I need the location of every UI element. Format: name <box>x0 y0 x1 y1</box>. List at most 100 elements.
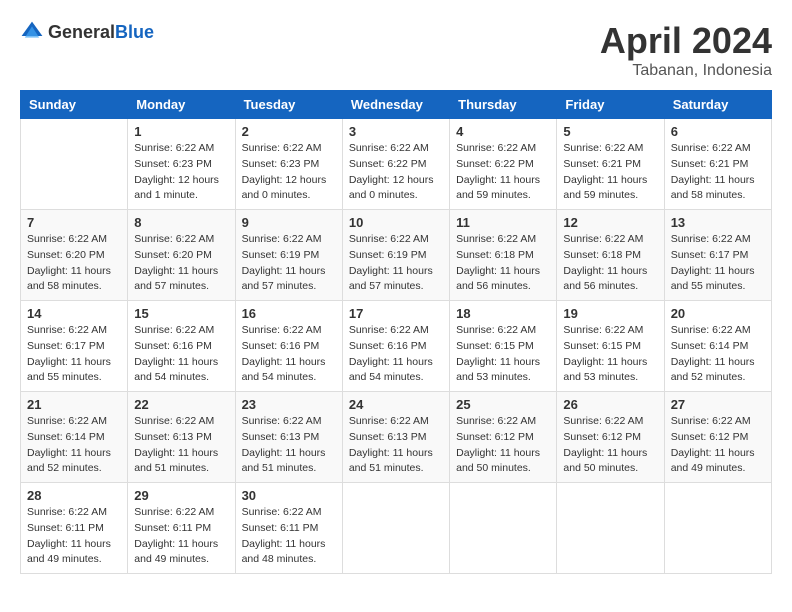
calendar-table: SundayMondayTuesdayWednesdayThursdayFrid… <box>20 90 772 574</box>
calendar-cell <box>664 483 771 574</box>
day-number: 2 <box>242 124 336 139</box>
day-info: Sunrise: 6:22 AM Sunset: 6:11 PM Dayligh… <box>27 505 121 568</box>
day-info: Sunrise: 6:22 AM Sunset: 6:17 PM Dayligh… <box>27 323 121 386</box>
day-info: Sunrise: 6:22 AM Sunset: 6:21 PM Dayligh… <box>563 141 657 204</box>
day-info: Sunrise: 6:22 AM Sunset: 6:20 PM Dayligh… <box>27 232 121 295</box>
calendar-cell: 9 Sunrise: 6:22 AM Sunset: 6:19 PM Daylig… <box>235 210 342 301</box>
month-year-title: April 2024 <box>600 20 772 62</box>
day-info: Sunrise: 6:22 AM Sunset: 6:14 PM Dayligh… <box>27 414 121 477</box>
logo-icon <box>20 20 44 44</box>
calendar-cell: 5 Sunrise: 6:22 AM Sunset: 6:21 PM Daylig… <box>557 119 664 210</box>
calendar-cell <box>342 483 449 574</box>
day-info: Sunrise: 6:22 AM Sunset: 6:16 PM Dayligh… <box>349 323 443 386</box>
day-info: Sunrise: 6:22 AM Sunset: 6:22 PM Dayligh… <box>456 141 550 204</box>
day-number: 23 <box>242 397 336 412</box>
calendar-cell: 15 Sunrise: 6:22 AM Sunset: 6:16 PM Dayli… <box>128 301 235 392</box>
calendar-cell: 4 Sunrise: 6:22 AM Sunset: 6:22 PM Daylig… <box>450 119 557 210</box>
day-number: 17 <box>349 306 443 321</box>
day-info: Sunrise: 6:22 AM Sunset: 6:16 PM Dayligh… <box>134 323 228 386</box>
page-header: GeneralBlue April 2024 Tabanan, Indonesi… <box>20 20 772 80</box>
day-info: Sunrise: 6:22 AM Sunset: 6:13 PM Dayligh… <box>242 414 336 477</box>
day-number: 12 <box>563 215 657 230</box>
logo-text-general: General <box>48 22 115 42</box>
day-number: 16 <box>242 306 336 321</box>
day-info: Sunrise: 6:22 AM Sunset: 6:18 PM Dayligh… <box>563 232 657 295</box>
calendar-cell: 10 Sunrise: 6:22 AM Sunset: 6:19 PM Dayli… <box>342 210 449 301</box>
day-info: Sunrise: 6:22 AM Sunset: 6:11 PM Dayligh… <box>134 505 228 568</box>
day-number: 4 <box>456 124 550 139</box>
logo-text-blue: Blue <box>115 22 154 42</box>
weekday-header-monday: Monday <box>128 91 235 119</box>
calendar-cell: 6Sunrise: 6:22 AM Sunset: 6:21 PM Daylig… <box>664 119 771 210</box>
weekday-header-saturday: Saturday <box>664 91 771 119</box>
calendar-cell: 26 Sunrise: 6:22 AM Sunset: 6:12 PM Dayli… <box>557 392 664 483</box>
calendar-cell: 3 Sunrise: 6:22 AM Sunset: 6:22 PM Daylig… <box>342 119 449 210</box>
location-subtitle: Tabanan, Indonesia <box>600 62 772 80</box>
calendar-cell: 7 Sunrise: 6:22 AM Sunset: 6:20 PM Daylig… <box>21 210 128 301</box>
day-number: 27 <box>671 397 765 412</box>
calendar-week-row: 28 Sunrise: 6:22 AM Sunset: 6:11 PM Dayli… <box>21 483 772 574</box>
calendar-cell: 30 Sunrise: 6:22 AM Sunset: 6:11 PM Dayli… <box>235 483 342 574</box>
day-number: 22 <box>134 397 228 412</box>
weekday-header-wednesday: Wednesday <box>342 91 449 119</box>
day-info: Sunrise: 6:22 AM Sunset: 6:19 PM Dayligh… <box>242 232 336 295</box>
calendar-cell: 28 Sunrise: 6:22 AM Sunset: 6:11 PM Dayli… <box>21 483 128 574</box>
calendar-cell: 19 Sunrise: 6:22 AM Sunset: 6:15 PM Dayli… <box>557 301 664 392</box>
day-number: 8 <box>134 215 228 230</box>
calendar-cell: 17 Sunrise: 6:22 AM Sunset: 6:16 PM Dayli… <box>342 301 449 392</box>
day-info: Sunrise: 6:22 AM Sunset: 6:19 PM Dayligh… <box>349 232 443 295</box>
calendar-cell: 16 Sunrise: 6:22 AM Sunset: 6:16 PM Dayli… <box>235 301 342 392</box>
day-info: Sunrise: 6:22 AM Sunset: 6:12 PM Dayligh… <box>456 414 550 477</box>
day-number: 5 <box>563 124 657 139</box>
day-number: 19 <box>563 306 657 321</box>
calendar-cell: 11Sunrise: 6:22 AM Sunset: 6:18 PM Dayli… <box>450 210 557 301</box>
calendar-cell <box>450 483 557 574</box>
calendar-cell: 21Sunrise: 6:22 AM Sunset: 6:14 PM Dayli… <box>21 392 128 483</box>
calendar-body: 1 Sunrise: 6:22 AM Sunset: 6:23 PM Daylig… <box>21 119 772 574</box>
calendar-header-row: SundayMondayTuesdayWednesdayThursdayFrid… <box>21 91 772 119</box>
calendar-cell: 13Sunrise: 6:22 AM Sunset: 6:17 PM Dayli… <box>664 210 771 301</box>
day-number: 1 <box>134 124 228 139</box>
day-number: 9 <box>242 215 336 230</box>
day-info: Sunrise: 6:22 AM Sunset: 6:14 PM Dayligh… <box>671 323 765 386</box>
day-info: Sunrise: 6:22 AM Sunset: 6:12 PM Dayligh… <box>563 414 657 477</box>
weekday-header-friday: Friday <box>557 91 664 119</box>
day-info: Sunrise: 6:22 AM Sunset: 6:23 PM Dayligh… <box>242 141 336 204</box>
day-number: 6 <box>671 124 765 139</box>
calendar-week-row: 7 Sunrise: 6:22 AM Sunset: 6:20 PM Daylig… <box>21 210 772 301</box>
day-info: Sunrise: 6:22 AM Sunset: 6:22 PM Dayligh… <box>349 141 443 204</box>
weekday-header-thursday: Thursday <box>450 91 557 119</box>
weekday-header-sunday: Sunday <box>21 91 128 119</box>
calendar-cell: 22Sunrise: 6:22 AM Sunset: 6:13 PM Dayli… <box>128 392 235 483</box>
day-number: 20 <box>671 306 765 321</box>
day-number: 14 <box>27 306 121 321</box>
day-number: 28 <box>27 488 121 503</box>
calendar-week-row: 14 Sunrise: 6:22 AM Sunset: 6:17 PM Dayli… <box>21 301 772 392</box>
weekday-header-tuesday: Tuesday <box>235 91 342 119</box>
day-number: 25 <box>456 397 550 412</box>
calendar-cell: 8 Sunrise: 6:22 AM Sunset: 6:20 PM Daylig… <box>128 210 235 301</box>
day-number: 10 <box>349 215 443 230</box>
day-info: Sunrise: 6:22 AM Sunset: 6:12 PM Dayligh… <box>671 414 765 477</box>
day-number: 15 <box>134 306 228 321</box>
calendar-cell <box>557 483 664 574</box>
calendar-cell: 27 Sunrise: 6:22 AM Sunset: 6:12 PM Dayli… <box>664 392 771 483</box>
day-number: 30 <box>242 488 336 503</box>
day-number: 26 <box>563 397 657 412</box>
calendar-cell: 18Sunrise: 6:22 AM Sunset: 6:15 PM Dayli… <box>450 301 557 392</box>
day-info: Sunrise: 6:22 AM Sunset: 6:15 PM Dayligh… <box>456 323 550 386</box>
calendar-cell: 23 Sunrise: 6:22 AM Sunset: 6:13 PM Dayli… <box>235 392 342 483</box>
day-number: 3 <box>349 124 443 139</box>
calendar-cell: 1Sunrise: 6:22 AM Sunset: 6:23 PM Daylig… <box>128 119 235 210</box>
day-info: Sunrise: 6:22 AM Sunset: 6:11 PM Dayligh… <box>242 505 336 568</box>
day-info: Sunrise: 6:22 AM Sunset: 6:16 PM Dayligh… <box>242 323 336 386</box>
calendar-cell: 24Sunrise: 6:22 AM Sunset: 6:13 PM Dayli… <box>342 392 449 483</box>
day-info: Sunrise: 6:22 AM Sunset: 6:20 PM Dayligh… <box>134 232 228 295</box>
calendar-cell: 20 Sunrise: 6:22 AM Sunset: 6:14 PM Dayli… <box>664 301 771 392</box>
day-info: Sunrise: 6:22 AM Sunset: 6:13 PM Dayligh… <box>349 414 443 477</box>
day-info: Sunrise: 6:22 AM Sunset: 6:15 PM Dayligh… <box>563 323 657 386</box>
day-number: 7 <box>27 215 121 230</box>
calendar-cell: 2 Sunrise: 6:22 AM Sunset: 6:23 PM Daylig… <box>235 119 342 210</box>
day-number: 29 <box>134 488 228 503</box>
calendar-cell: 14 Sunrise: 6:22 AM Sunset: 6:17 PM Dayli… <box>21 301 128 392</box>
